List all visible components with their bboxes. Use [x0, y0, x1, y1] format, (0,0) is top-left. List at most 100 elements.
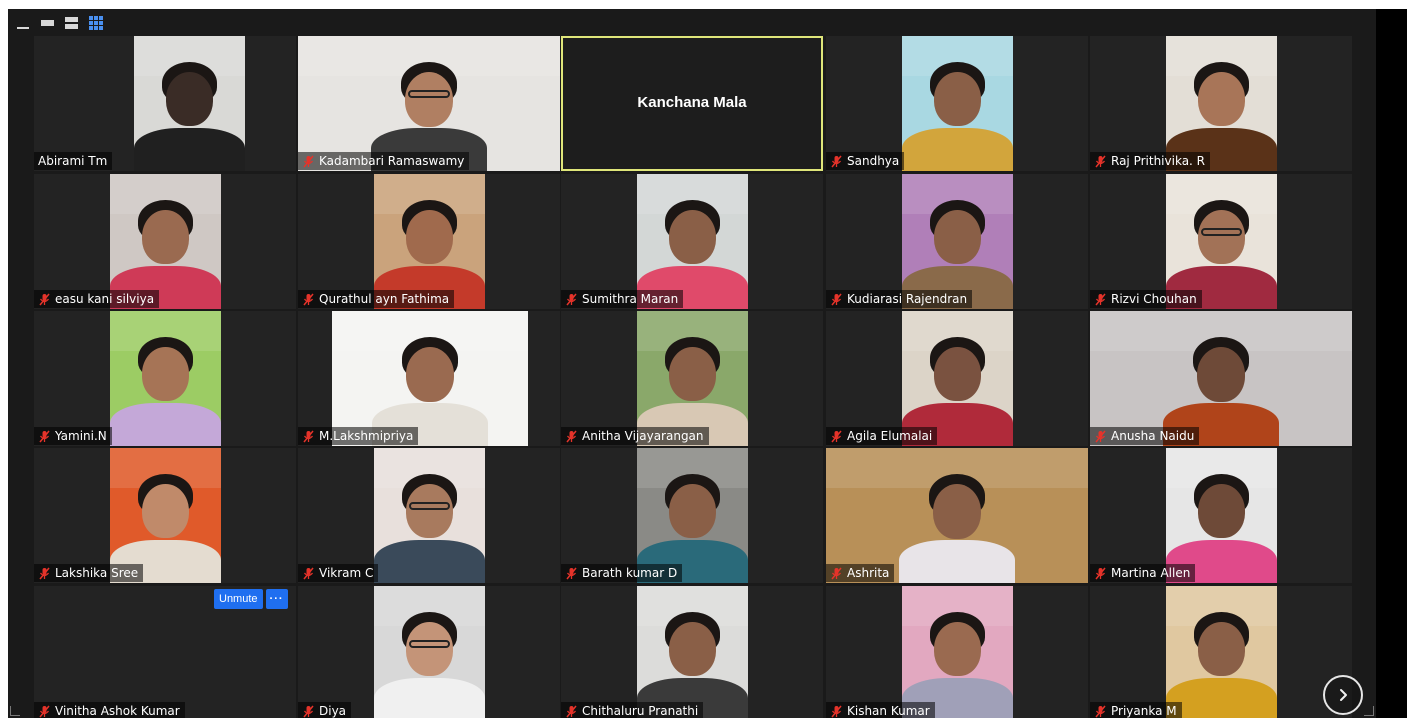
participant-name: Ashrita — [847, 566, 890, 580]
minimize-icon[interactable] — [16, 15, 32, 31]
participant-tile[interactable]: Lakshika Sree — [34, 448, 296, 583]
participant-name-tag: Martina Allen — [1090, 564, 1196, 582]
participant-name-tag: Raj Prithivika. R — [1090, 152, 1211, 170]
person-face — [669, 622, 716, 676]
person-face — [405, 72, 453, 128]
mic-off-icon — [1095, 155, 1106, 167]
participant-name: Priyanka M — [1111, 704, 1177, 718]
unmute-button[interactable]: Unmute — [214, 589, 263, 609]
participant-name: Barath kumar D — [582, 566, 678, 580]
participant-name: Raj Prithivika. R — [1111, 154, 1206, 168]
participant-tile[interactable]: Chithaluru Pranathi — [561, 586, 823, 718]
participant-name: Yamini.N — [55, 429, 107, 443]
single-view-icon[interactable] — [40, 15, 56, 31]
glasses — [409, 501, 450, 510]
participant-video — [637, 586, 748, 718]
person-face — [406, 484, 453, 538]
participant-name-tag: Ashrita — [826, 564, 895, 582]
participant-name-tag: Chithaluru Pranathi — [561, 702, 704, 718]
participant-tile[interactable]: Kudiarasi Rajendran — [826, 174, 1088, 309]
meeting-window: Abirami Tm Kadambari Ramaswamy Kanchana M… — [8, 9, 1376, 718]
participant-tile[interactable]: easu kani silviya — [34, 174, 296, 309]
participant-name: M.Lakshmipriya — [319, 429, 414, 443]
participant-tile[interactable]: Abirami Tm — [34, 36, 296, 171]
mic-off-icon — [566, 293, 577, 305]
mic-off-icon — [39, 293, 50, 305]
participant-tile[interactable]: Yamini.N — [34, 311, 296, 446]
participant-name-tag: Sandhya — [826, 152, 905, 170]
participant-name-tag: Vikram C — [298, 564, 379, 582]
participant-name: Lakshika Sree — [55, 566, 139, 580]
participant-video — [637, 448, 748, 583]
participant-tile[interactable]: Kadambari Ramaswamy — [298, 36, 560, 171]
participant-video — [134, 36, 245, 171]
mic-off-icon — [831, 705, 842, 717]
participant-video — [902, 36, 1013, 171]
person-face — [934, 210, 981, 264]
mic-off-icon — [566, 705, 577, 717]
participant-name: Abirami Tm — [38, 154, 108, 168]
participant-tile[interactable]: Barath kumar D — [561, 448, 823, 583]
participant-video — [1166, 448, 1277, 583]
participant-name-tag: Anitha Vijayarangan — [561, 427, 709, 445]
participant-tile[interactable]: Raj Prithivika. R — [1090, 36, 1352, 171]
person-face — [142, 210, 189, 264]
person-face — [406, 210, 453, 264]
speaker-view-icon[interactable] — [64, 15, 80, 31]
participant-tile[interactable]: Agila Elumalai — [826, 311, 1088, 446]
participant-tile[interactable]: Kanchana Mala — [561, 36, 823, 171]
person-face — [406, 347, 454, 403]
person-body — [134, 128, 245, 171]
person-face — [1198, 72, 1245, 126]
participant-video — [902, 586, 1013, 718]
person-face — [142, 347, 189, 401]
participant-name-tag: Diya — [298, 702, 352, 718]
participant-tile[interactable]: Rizvi Chouhan — [1090, 174, 1352, 309]
participant-tile[interactable]: Anusha Naidu — [1090, 311, 1352, 446]
participant-tile[interactable]: Martina Allen — [1090, 448, 1352, 583]
participant-video — [110, 448, 221, 583]
participant-tile[interactable]: M.Lakshmipriya — [298, 311, 560, 446]
person-body — [110, 403, 221, 446]
gallery-view-icon[interactable] — [88, 15, 104, 31]
mic-off-icon — [831, 430, 842, 442]
view-controls — [16, 13, 104, 33]
participant-tile[interactable]: Qurathul ayn Fathima — [298, 174, 560, 309]
participant-tile[interactable]: Ashrita — [826, 448, 1088, 583]
resize-handle-right[interactable] — [1364, 706, 1374, 716]
participant-name-tag: Sumithra Maran — [561, 290, 684, 308]
person-face — [1197, 347, 1245, 403]
person-body — [1166, 678, 1277, 718]
participant-name-tag: Lakshika Sree — [34, 564, 144, 582]
mic-off-icon — [303, 155, 314, 167]
person-face — [669, 484, 716, 538]
participant-name: Kadambari Ramaswamy — [319, 154, 465, 168]
participant-name-tag: Priyanka M — [1090, 702, 1182, 718]
person-face — [669, 347, 716, 401]
participant-video — [374, 448, 485, 583]
participant-tile[interactable]: Priyanka M — [1090, 586, 1352, 718]
window-edge — [1376, 9, 1407, 718]
participant-tile[interactable]: Vikram C — [298, 448, 560, 583]
participant-name: Anusha Naidu — [1111, 429, 1195, 443]
chevron-right-icon — [1340, 689, 1347, 701]
participant-tile[interactable]: Anitha Vijayarangan — [561, 311, 823, 446]
participant-name: Sandhya — [847, 154, 900, 168]
tile-hover-controls: Unmute ··· — [214, 589, 288, 609]
person-face — [934, 622, 981, 676]
more-options-button[interactable]: ··· — [265, 589, 288, 609]
participant-video — [110, 174, 221, 309]
participant-video — [637, 174, 748, 309]
participant-tile[interactable]: Diya — [298, 586, 560, 718]
participant-tile[interactable]: Sandhya — [826, 36, 1088, 171]
participant-name: Vikram C — [319, 566, 374, 580]
participant-tile[interactable]: Kishan Kumar — [826, 586, 1088, 718]
participant-tile[interactable]: Sumithra Maran — [561, 174, 823, 309]
mic-off-icon — [831, 155, 842, 167]
mic-off-icon — [1095, 430, 1106, 442]
participant-name-tag: Kudiarasi Rajendran — [826, 290, 973, 308]
mic-off-icon — [566, 430, 577, 442]
next-page-button[interactable] — [1323, 675, 1363, 715]
resize-handle-left[interactable] — [10, 706, 20, 716]
participant-name-tag: Agila Elumalai — [826, 427, 938, 445]
